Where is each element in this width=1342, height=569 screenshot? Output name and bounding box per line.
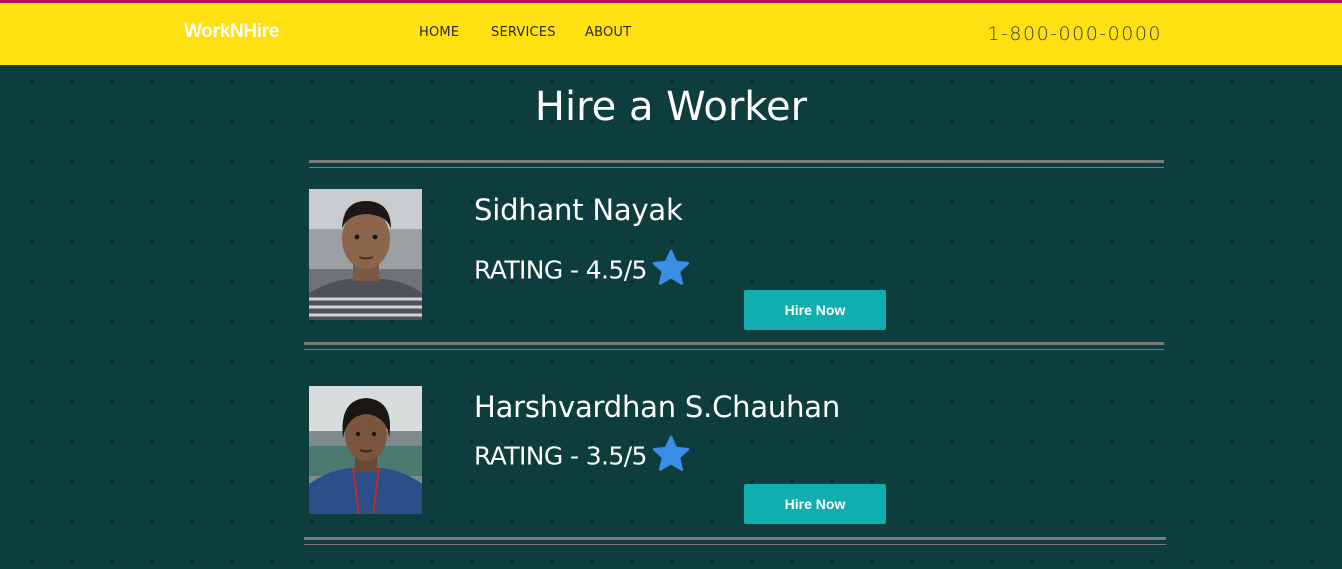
nav-item-home[interactable]: HOME bbox=[419, 25, 459, 40]
rating-text: RATING - 4.5/5 bbox=[474, 255, 647, 285]
star-icon bbox=[651, 249, 691, 291]
hire-now-button[interactable]: Hire Now bbox=[744, 484, 886, 524]
nav-item-services[interactable]: SERVICES bbox=[491, 25, 556, 40]
site-logo[interactable]: WorkNHire bbox=[184, 21, 279, 43]
star-icon bbox=[651, 435, 691, 477]
divider-top bbox=[309, 160, 1164, 169]
hire-now-button[interactable]: Hire Now bbox=[744, 290, 886, 330]
worker-photo bbox=[309, 189, 422, 320]
worker-photo bbox=[309, 386, 422, 514]
worker-name: Harshvardhan S.Chauhan bbox=[474, 390, 841, 424]
worker-rating: RATING - 4.5/5 bbox=[474, 249, 691, 291]
divider-bottom bbox=[304, 537, 1166, 546]
worker-rating: RATING - 3.5/5 bbox=[474, 435, 691, 477]
site-header: WorkNHire HOME SERVICES ABOUT 1-800-000-… bbox=[0, 3, 1342, 65]
worker-name: Sidhant Nayak bbox=[474, 193, 683, 227]
nav-item-about[interactable]: ABOUT bbox=[585, 25, 631, 40]
divider-middle bbox=[304, 342, 1164, 351]
phone-number: 1-800-000-0000 bbox=[987, 23, 1162, 45]
page-title: Hire a Worker bbox=[534, 84, 808, 130]
rating-text: RATING - 3.5/5 bbox=[474, 441, 647, 471]
